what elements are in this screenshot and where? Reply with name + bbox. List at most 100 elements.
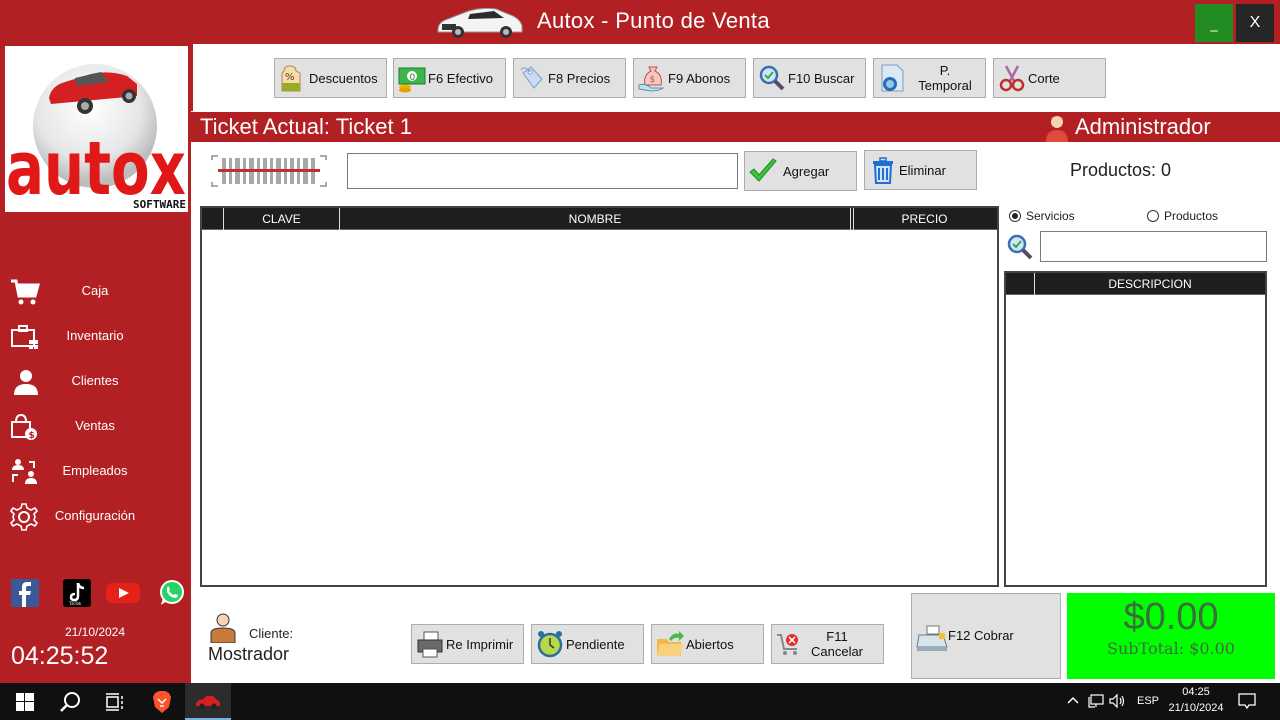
sidebar-item-label: Ventas — [75, 418, 115, 433]
task-view-icon — [106, 692, 123, 711]
facebook-icon[interactable] — [11, 579, 39, 607]
search-icon — [1007, 234, 1033, 260]
sidebar-item-configuracion[interactable]: Configuración — [0, 497, 190, 537]
os-taskbar: ESP 04:25 21/10/2024 — [0, 683, 1280, 720]
charge-button[interactable]: F12 Cobrar — [911, 593, 1061, 679]
taskbar-time[interactable]: 04:25 — [1168, 686, 1224, 698]
ticket-title: Ticket Actual: Ticket 1 — [200, 114, 412, 139]
cash-register-icon — [916, 625, 948, 651]
minimize-button[interactable]: _ — [1195, 4, 1233, 42]
money-bag-icon: $ — [638, 66, 665, 92]
subtotal-amount: SubTotal: $0.00 — [1107, 639, 1235, 658]
search-icon — [759, 65, 785, 91]
alarm-clock-icon — [537, 631, 563, 658]
cart-icon — [11, 279, 40, 305]
reprint-button[interactable]: Re Imprimir — [411, 624, 524, 664]
product-code-input[interactable] — [347, 153, 738, 189]
admin-user-icon — [1046, 116, 1068, 142]
pending-button[interactable]: Pendiente — [531, 624, 644, 664]
column-header-descripcion[interactable]: DESCRIPCION — [1034, 273, 1265, 295]
discount-tag-icon: % — [281, 65, 301, 92]
start-button[interactable] — [2, 683, 48, 720]
brave-lion-icon — [153, 690, 171, 713]
autox-taskbar-button[interactable] — [185, 683, 231, 720]
red-car-icon — [196, 695, 220, 708]
close-button[interactable]: X — [1236, 4, 1274, 42]
volume-icon[interactable] — [1109, 693, 1127, 709]
brave-browser-button[interactable] — [139, 683, 185, 720]
task-view-button[interactable] — [92, 683, 138, 720]
printer-icon — [417, 631, 443, 658]
autox-logo: autox SOFTWARE — [5, 46, 188, 212]
table-header: CLAVE NOMBRE PRECIO — [202, 208, 997, 230]
radio-button[interactable] — [1009, 210, 1021, 222]
cash-button[interactable]: 0 F6 Efectivo — [393, 58, 506, 98]
notifications-icon[interactable] — [1238, 692, 1256, 710]
cancel-sale-button[interactable]: F11 Cancelar — [771, 624, 884, 664]
svg-text:%: % — [285, 72, 295, 83]
sidebar-item-label: Caja — [81, 283, 109, 298]
svg-text:TikTok: TikTok — [68, 601, 82, 606]
sidebar-item-caja[interactable]: Caja — [0, 272, 190, 312]
language-indicator[interactable]: ESP — [1137, 695, 1159, 707]
network-icon[interactable] — [1088, 693, 1104, 709]
svg-text:0: 0 — [410, 73, 416, 83]
cash-icon: 0 — [398, 67, 426, 93]
price-tag-icon — [520, 66, 543, 89]
sidebar-item-inventario[interactable]: Inventario — [0, 317, 190, 357]
taskbar-date[interactable]: 21/10/2024 — [1166, 702, 1226, 714]
total-amount: $0.00 — [1123, 596, 1219, 638]
car-logo-icon — [437, 7, 523, 38]
sidebar-item-label: Empleados — [62, 463, 128, 478]
sidebar-item-label: Inventario — [66, 328, 124, 343]
column-header-clave[interactable]: CLAVE — [223, 208, 339, 230]
inventory-icon — [11, 325, 38, 349]
client-name: Mostrador — [208, 644, 290, 664]
youtube-icon[interactable] — [106, 579, 140, 607]
payments-button[interactable]: $ F9 Abonos — [633, 58, 746, 98]
radio-servicios[interactable]: Servicios — [1009, 207, 1075, 225]
client-avatar-icon — [210, 613, 236, 643]
cancel-cart-icon — [777, 634, 798, 655]
sidebar-item-ventas[interactable]: $ Ventas — [0, 407, 190, 447]
prices-button[interactable]: F8 Precios — [513, 58, 626, 98]
open-folder-icon — [657, 631, 684, 656]
description-table[interactable]: DESCRIPCION — [1004, 271, 1267, 587]
sidebar-item-clientes[interactable]: Clientes — [0, 362, 190, 402]
cut-button[interactable]: Corte — [993, 58, 1106, 98]
barcode-scanner-icon — [211, 155, 327, 187]
chevron-up-icon[interactable] — [1067, 695, 1079, 705]
discounts-button[interactable]: % Descuentos — [274, 58, 387, 98]
current-user: Administrador — [1075, 114, 1211, 139]
radio-button[interactable] — [1147, 210, 1159, 222]
column-header-nombre[interactable]: NOMBRE — [339, 208, 850, 230]
shopping-bag-dollar-icon: $ — [11, 413, 37, 441]
window-title: Autox - Punto de Venta — [537, 8, 770, 33]
search-icon — [60, 691, 80, 712]
employees-swap-icon — [12, 459, 37, 484]
radio-productos[interactable]: Productos — [1147, 207, 1218, 225]
checkmark-icon — [749, 158, 777, 182]
gear-icon — [10, 503, 39, 531]
autox-logo-icon: autox SOFTWARE — [6, 64, 186, 212]
table-header: DESCRIPCION — [1006, 273, 1265, 295]
sidebar-item-empleados[interactable]: Empleados — [0, 452, 190, 492]
open-tickets-button[interactable]: Abiertos — [651, 624, 764, 664]
temporary-button[interactable]: P. Temporal — [873, 58, 986, 98]
ticket-items-table[interactable]: CLAVE NOMBRE PRECIO — [200, 206, 999, 587]
svg-text:$: $ — [650, 75, 656, 85]
tiktok-icon[interactable]: TikTok — [63, 579, 91, 607]
column-header-precio[interactable]: PRECIO — [853, 208, 995, 230]
taskbar-search-button[interactable] — [47, 683, 93, 720]
sidebar-date: 21/10/2024 — [64, 625, 126, 639]
user-icon — [14, 370, 38, 395]
sidebar-item-label: Clientes — [71, 373, 119, 388]
total-display: $0.00 SubTotal: $0.00 — [1067, 593, 1275, 679]
windows-logo-icon — [16, 692, 34, 711]
delete-button[interactable]: Eliminar — [864, 150, 977, 190]
side-search-input[interactable] — [1040, 231, 1267, 262]
whatsapp-icon[interactable] — [158, 579, 186, 607]
add-button[interactable]: Agregar — [744, 151, 857, 191]
sidebar-clock: 04:25:52 — [11, 642, 109, 670]
search-button[interactable]: F10 Buscar — [753, 58, 866, 98]
